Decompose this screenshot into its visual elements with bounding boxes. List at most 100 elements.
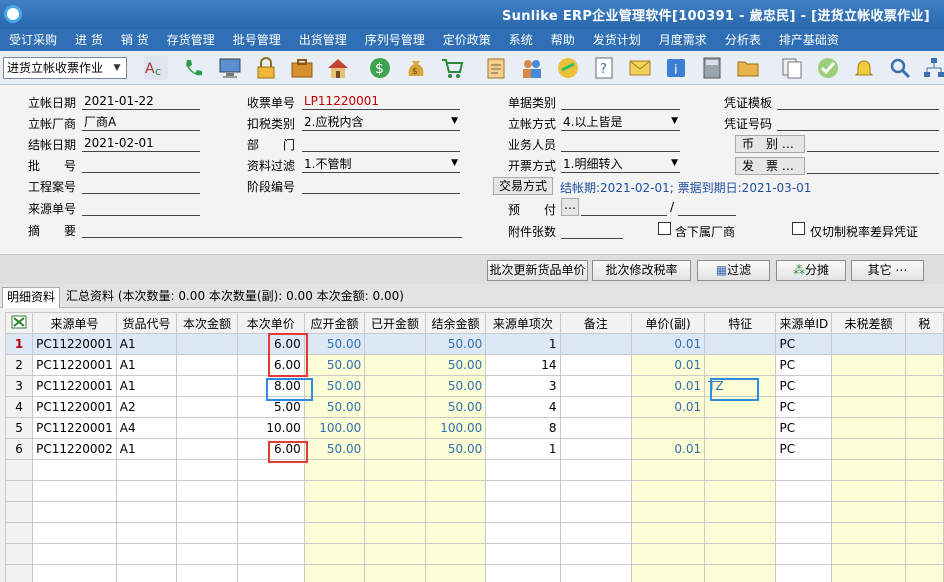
cell-due[interactable]: 50.00 bbox=[303, 375, 366, 397]
cell-item[interactable]: A1 bbox=[115, 333, 178, 355]
lizhang-vendor-field[interactable]: 厂商A bbox=[82, 114, 200, 131]
cell-opened[interactable] bbox=[364, 417, 426, 439]
column-header[interactable]: 结余金额 bbox=[424, 312, 487, 334]
column-header[interactable]: 货品代号 bbox=[115, 312, 178, 334]
cell-src[interactable]: PC11220001 bbox=[32, 417, 117, 439]
cell-item[interactable] bbox=[115, 501, 178, 523]
cell-item[interactable]: A1 bbox=[115, 375, 178, 397]
cell-seq[interactable] bbox=[485, 480, 561, 502]
cell-amt[interactable] bbox=[176, 480, 238, 502]
row-number[interactable] bbox=[5, 564, 34, 582]
doc-type-field[interactable] bbox=[561, 93, 680, 110]
row-number[interactable]: 1 bbox=[5, 333, 34, 355]
cell-item[interactable]: A1 bbox=[115, 354, 178, 376]
cell-sub-price[interactable]: 0.01 bbox=[630, 333, 706, 355]
cell-seq[interactable]: 3 bbox=[485, 375, 561, 397]
empty-row[interactable] bbox=[5, 522, 944, 544]
cell-opened[interactable] bbox=[364, 396, 426, 418]
voucher-tpl-field[interactable] bbox=[777, 93, 939, 110]
pihao-field[interactable] bbox=[82, 156, 200, 173]
receipt-no-field[interactable]: LP11220001 bbox=[302, 93, 460, 110]
cell-note[interactable] bbox=[559, 564, 632, 582]
column-header[interactable]: 已开金额 bbox=[364, 312, 426, 334]
org-chart-icon[interactable] bbox=[922, 56, 944, 80]
menu-item[interactable]: 进 货 bbox=[66, 29, 112, 51]
cell-src-id[interactable] bbox=[775, 501, 833, 523]
cell-tax[interactable] bbox=[904, 396, 944, 418]
cell-seq[interactable] bbox=[485, 543, 561, 565]
column-header[interactable]: 特征 bbox=[704, 312, 777, 334]
phone-icon[interactable] bbox=[181, 56, 205, 80]
empty-row[interactable] bbox=[5, 459, 944, 481]
cell-src[interactable]: PC11220001 bbox=[32, 333, 117, 355]
dollar-icon[interactable]: $ bbox=[368, 56, 392, 80]
copy-icon[interactable] bbox=[780, 56, 804, 80]
menu-item[interactable]: 受订采购 bbox=[0, 29, 66, 51]
menu-item[interactable]: 帮助 bbox=[542, 29, 584, 51]
cell-item[interactable] bbox=[115, 522, 178, 544]
cell-sub-price[interactable] bbox=[630, 417, 706, 439]
row-number[interactable] bbox=[5, 501, 34, 523]
cell-price[interactable] bbox=[236, 543, 305, 565]
grid-corner-icon[interactable] bbox=[5, 312, 34, 334]
row-number[interactable]: 5 bbox=[5, 417, 34, 439]
menu-item[interactable]: 存货管理 bbox=[158, 29, 224, 51]
calculator-icon[interactable] bbox=[700, 56, 724, 80]
cell-src-id[interactable] bbox=[775, 564, 833, 582]
cell-amt[interactable] bbox=[176, 522, 238, 544]
currency-field[interactable] bbox=[807, 135, 939, 152]
cell-diff[interactable] bbox=[831, 417, 906, 439]
tab-detail[interactable]: 明细资料 bbox=[2, 287, 61, 308]
project-field[interactable] bbox=[82, 177, 200, 194]
summary-field[interactable] bbox=[82, 221, 462, 238]
menu-item[interactable]: 发货计划 bbox=[584, 29, 650, 51]
tab-summary[interactable]: 汇总资料 (本次数量: 0.00 本次数量(副): 0.00 本次金额: 0.0… bbox=[62, 287, 408, 308]
table-row[interactable]: 3 PC11220001 A1 8.00 50.00 50.00 3 0.01 TZ PC bbox=[5, 375, 944, 397]
cell-balance[interactable] bbox=[424, 543, 487, 565]
cell-seq[interactable] bbox=[485, 564, 561, 582]
cell-tax[interactable] bbox=[904, 417, 944, 439]
column-header[interactable]: 备注 bbox=[559, 312, 632, 334]
cell-seq[interactable] bbox=[485, 501, 561, 523]
cell-due[interactable] bbox=[303, 501, 366, 523]
cell-note[interactable] bbox=[559, 375, 632, 397]
cell-src-id[interactable] bbox=[775, 543, 833, 565]
staff-field[interactable] bbox=[561, 135, 680, 152]
cell-amt[interactable] bbox=[176, 375, 238, 397]
search-icon[interactable] bbox=[888, 56, 912, 80]
cell-amt[interactable] bbox=[176, 564, 238, 582]
cell-src[interactable]: PC11220001 bbox=[32, 375, 117, 397]
menu-item[interactable]: 月度需求 bbox=[650, 29, 716, 51]
cell-note[interactable] bbox=[559, 354, 632, 376]
cell-feature[interactable] bbox=[704, 459, 777, 481]
cell-seq[interactable]: 8 bbox=[485, 417, 561, 439]
cell-due[interactable] bbox=[303, 564, 366, 582]
briefcase-icon[interactable] bbox=[290, 56, 314, 80]
column-header[interactable]: 税 bbox=[904, 312, 944, 334]
cell-due[interactable]: 50.00 bbox=[303, 438, 366, 460]
cell-tax[interactable] bbox=[904, 501, 944, 523]
cell-item[interactable] bbox=[115, 543, 178, 565]
row-number[interactable]: 2 bbox=[5, 354, 34, 376]
cell-price[interactable] bbox=[236, 501, 305, 523]
menu-item[interactable]: 系统 bbox=[500, 29, 542, 51]
cell-tax[interactable] bbox=[904, 333, 944, 355]
lock-icon[interactable] bbox=[254, 56, 278, 80]
cell-tax[interactable] bbox=[904, 438, 944, 460]
cell-item[interactable]: A1 bbox=[115, 438, 178, 460]
cell-balance[interactable]: 50.00 bbox=[424, 333, 487, 355]
cell-opened[interactable] bbox=[364, 543, 426, 565]
stage-field[interactable] bbox=[302, 177, 460, 194]
cell-seq[interactable] bbox=[485, 459, 561, 481]
cell-diff[interactable] bbox=[831, 333, 906, 355]
cell-balance[interactable] bbox=[424, 501, 487, 523]
table-row[interactable]: 5 PC11220001 A4 10.00 100.00 100.00 8 PC bbox=[5, 417, 944, 439]
cell-opened[interactable] bbox=[364, 522, 426, 544]
cell-feature[interactable] bbox=[704, 333, 777, 355]
table-row[interactable]: 1 PC11220001 A1 6.00 50.00 50.00 1 0.01 PC bbox=[5, 333, 944, 355]
money-bag-icon[interactable]: $ bbox=[404, 56, 428, 80]
column-header[interactable]: 应开金额 bbox=[303, 312, 366, 334]
table-row[interactable]: 2 PC11220001 A1 6.00 50.00 50.00 14 0.01 PC bbox=[5, 354, 944, 376]
cell-due[interactable]: 50.00 bbox=[303, 396, 366, 418]
cell-diff[interactable] bbox=[831, 501, 906, 523]
